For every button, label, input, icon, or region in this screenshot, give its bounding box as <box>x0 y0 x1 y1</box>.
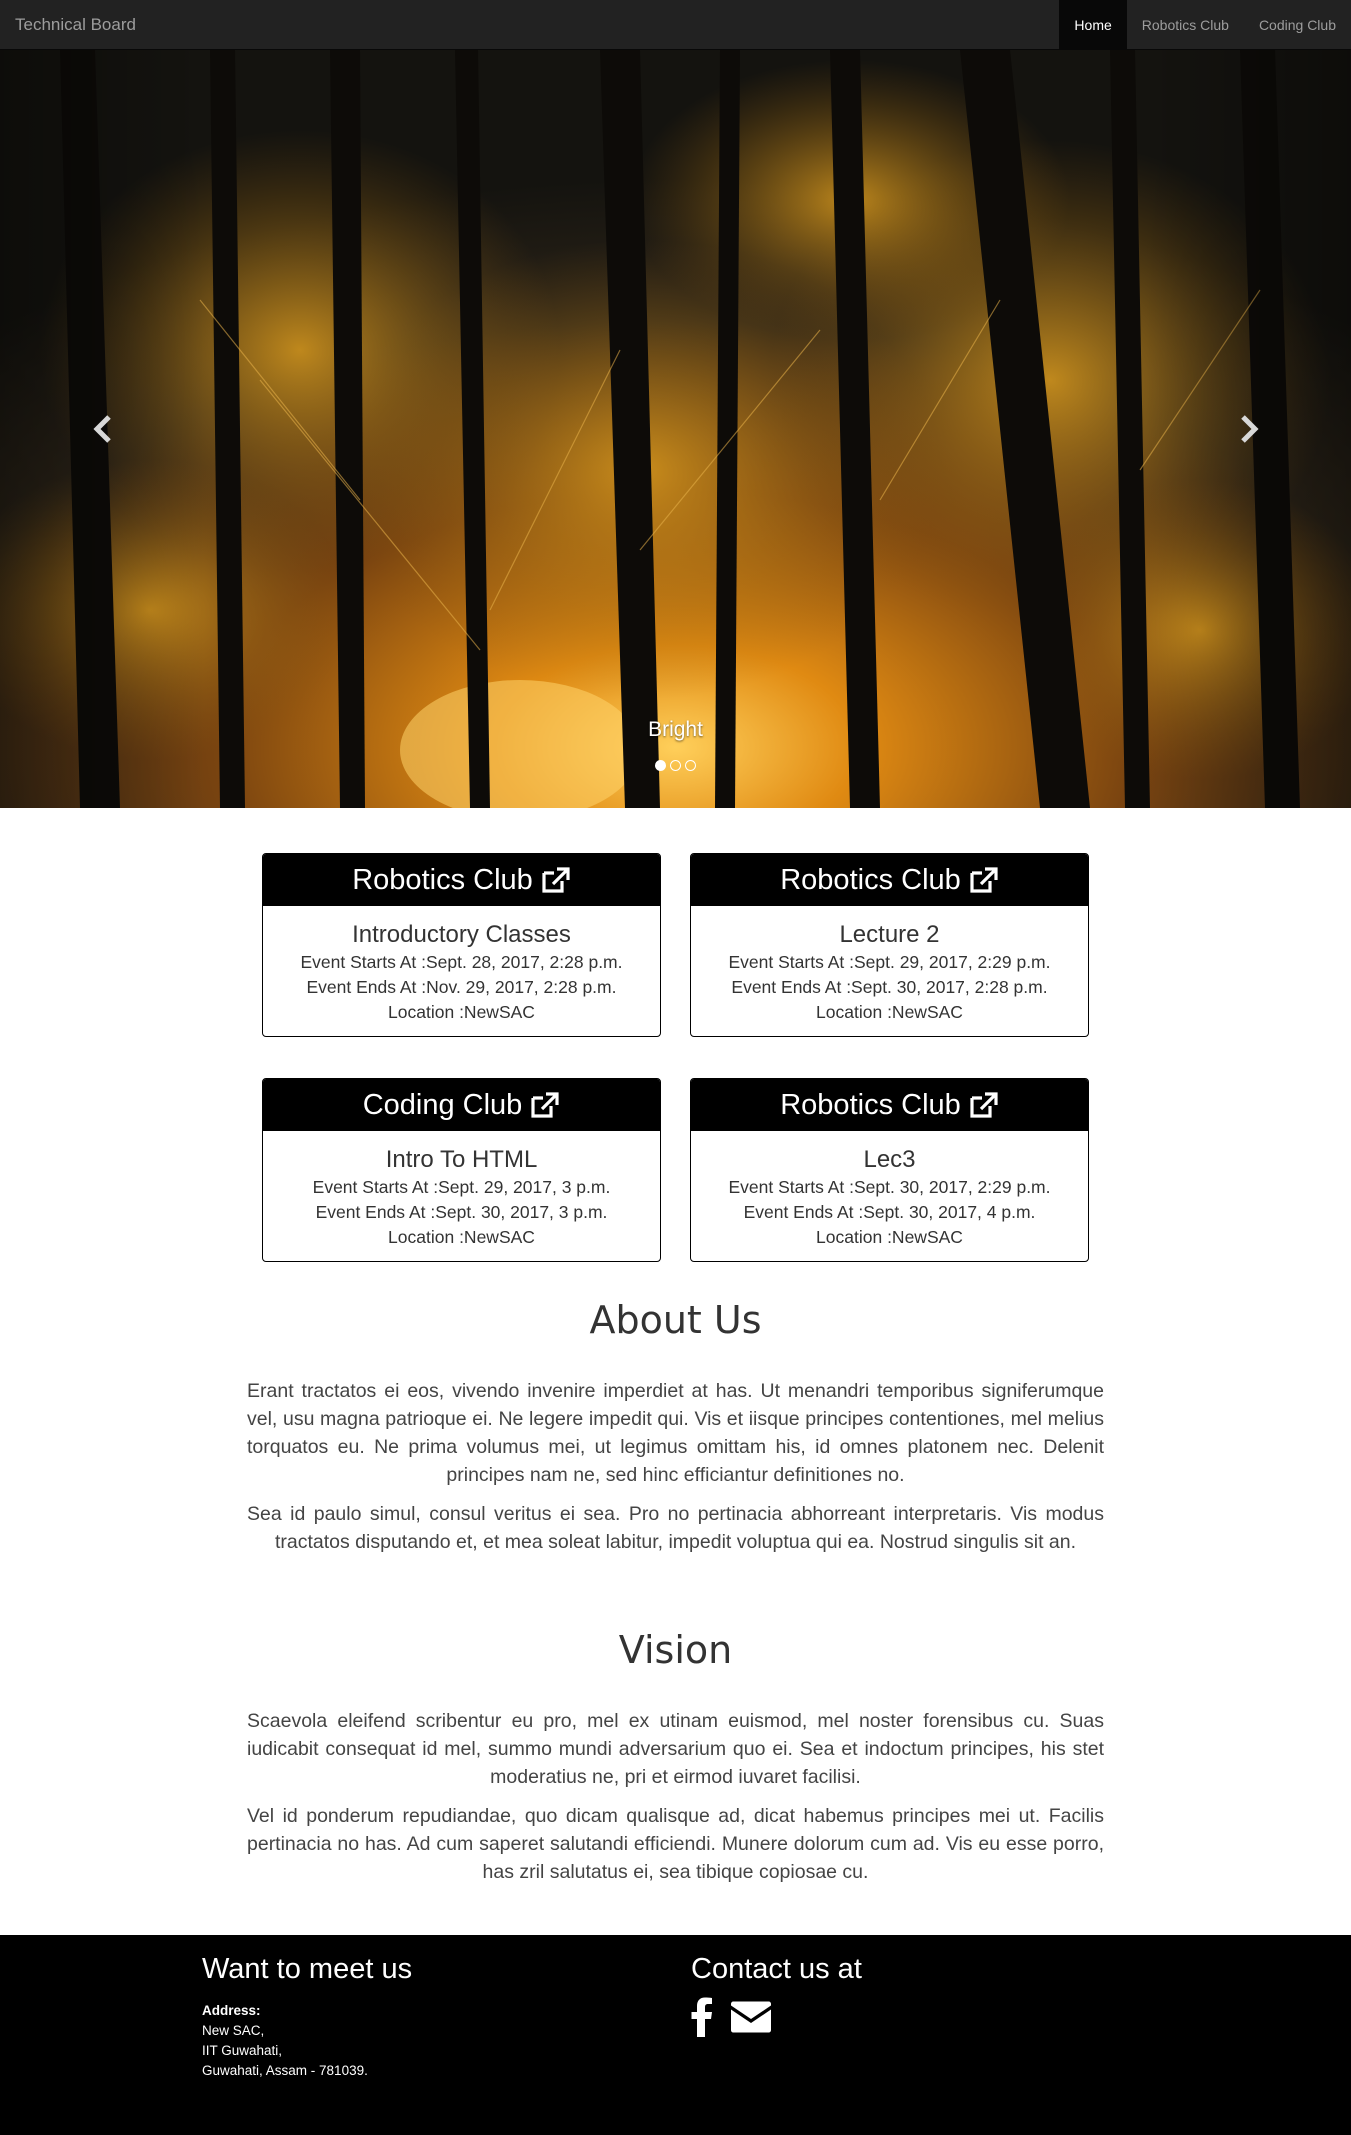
event-card: Coding Club Intro To HTML Event Starts A… <box>262 1078 661 1262</box>
address-block: Address: New SAC, IIT Guwahati, Guwahati… <box>202 2001 368 2081</box>
event-end-time: Event Ends At :Sept. 30, 2017, 2:28 p.m. <box>731 977 1048 997</box>
nav-item-robotics-club[interactable]: Robotics Club <box>1127 0 1244 50</box>
event-club-name: Robotics Club <box>352 864 533 896</box>
vision-heading: Vision <box>618 1628 733 1672</box>
address-label: Address: <box>202 2003 261 2018</box>
vision-paragraph-1: Scaevola eleifend scribentur eu pro, mel… <box>247 1710 1104 1788</box>
nav-item-coding-club[interactable]: Coding Club <box>1244 0 1351 50</box>
carousel-indicator-3[interactable] <box>685 760 696 771</box>
event-start-time: Event Starts At :Sept. 29, 2017, 2:29 p.… <box>728 952 1051 972</box>
event-card: Robotics Club Lecture 2 Event Starts At … <box>690 853 1089 1037</box>
meet-us-heading: Want to meet us <box>202 1953 413 1985</box>
address-line: Guwahati, Assam - 781039. <box>202 2063 368 2078</box>
event-location: Location :NewSAC <box>816 1227 963 1247</box>
event-location: Location :NewSAC <box>388 1227 535 1247</box>
about-paragraph-1: Erant tractatos ei eos, vivendo invenire… <box>247 1380 1104 1486</box>
chevron-right-icon <box>1240 415 1259 443</box>
external-link-icon <box>970 867 998 893</box>
nav-menu: Home Robotics Club Coding Club <box>1059 0 1351 50</box>
image-carousel: Bright <box>0 50 1351 808</box>
address-line: IIT Guwahati, <box>202 2043 283 2058</box>
event-end-time: Event Ends At :Sept. 30, 2017, 4 p.m. <box>743 1202 1036 1222</box>
event-title: Intro To HTML <box>385 1146 538 1173</box>
event-start-time: Event Starts At :Sept. 30, 2017, 2:29 p.… <box>728 1177 1051 1197</box>
event-club-name: Robotics Club <box>780 1089 961 1121</box>
event-card-header[interactable]: Robotics Club <box>691 854 1088 906</box>
navbar-brand[interactable]: Technical Board <box>15 0 136 50</box>
contact-us-heading: Contact us at <box>691 1953 862 1985</box>
external-link-icon <box>542 867 570 893</box>
carousel-caption: Bright <box>648 718 703 741</box>
event-card-header[interactable]: Coding Club <box>263 1079 660 1131</box>
carousel-indicators <box>0 760 1351 771</box>
event-club-name: Coding Club <box>362 1089 523 1121</box>
chevron-left-icon <box>92 415 111 443</box>
event-start-time: Event Starts At :Sept. 29, 2017, 3 p.m. <box>312 1177 611 1197</box>
address-line: New SAC, <box>202 2023 265 2038</box>
event-card: Robotics Club Lec3 Event Starts At :Sept… <box>690 1078 1089 1262</box>
carousel-next-control[interactable] <box>1146 50 1351 808</box>
event-club-name: Robotics Club <box>780 864 961 896</box>
event-end-time: Event Ends At :Sept. 30, 2017, 3 p.m. <box>315 1202 608 1222</box>
facebook-icon[interactable] <box>691 1997 713 2037</box>
event-location: Location :NewSAC <box>816 1002 963 1022</box>
event-end-time: Event Ends At :Nov. 29, 2017, 2:28 p.m. <box>306 977 617 997</box>
vision-paragraph-2: Vel id ponderum repudiandae, quo dicam q… <box>247 1805 1104 1883</box>
external-link-icon <box>531 1092 559 1118</box>
carousel-indicator-1[interactable] <box>655 760 666 771</box>
event-title: Introductory Classes <box>352 921 571 948</box>
carousel-prev-control[interactable] <box>0 50 205 808</box>
nav-item-home[interactable]: Home <box>1059 0 1127 50</box>
event-location: Location :NewSAC <box>388 1002 535 1022</box>
footer: Want to meet us Address: New SAC, IIT Gu… <box>0 1935 1351 2135</box>
carousel-indicator-2[interactable] <box>670 760 681 771</box>
event-title: Lecture 2 <box>839 921 940 948</box>
event-card: Robotics Club Introductory Classes Event… <box>262 853 661 1037</box>
envelope-icon[interactable] <box>729 2000 773 2034</box>
event-card-header[interactable]: Robotics Club <box>691 1079 1088 1131</box>
contact-icons <box>691 1997 773 2037</box>
event-start-time: Event Starts At :Sept. 28, 2017, 2:28 p.… <box>300 952 623 972</box>
external-link-icon <box>970 1092 998 1118</box>
event-title: Lec3 <box>863 1146 916 1173</box>
about-paragraph-2: Sea id paulo simul, consul veritus ei se… <box>247 1503 1104 1553</box>
event-card-header[interactable]: Robotics Club <box>263 854 660 906</box>
about-us-heading: About Us <box>589 1298 762 1342</box>
navbar: Technical Board Home Robotics Club Codin… <box>0 0 1351 50</box>
